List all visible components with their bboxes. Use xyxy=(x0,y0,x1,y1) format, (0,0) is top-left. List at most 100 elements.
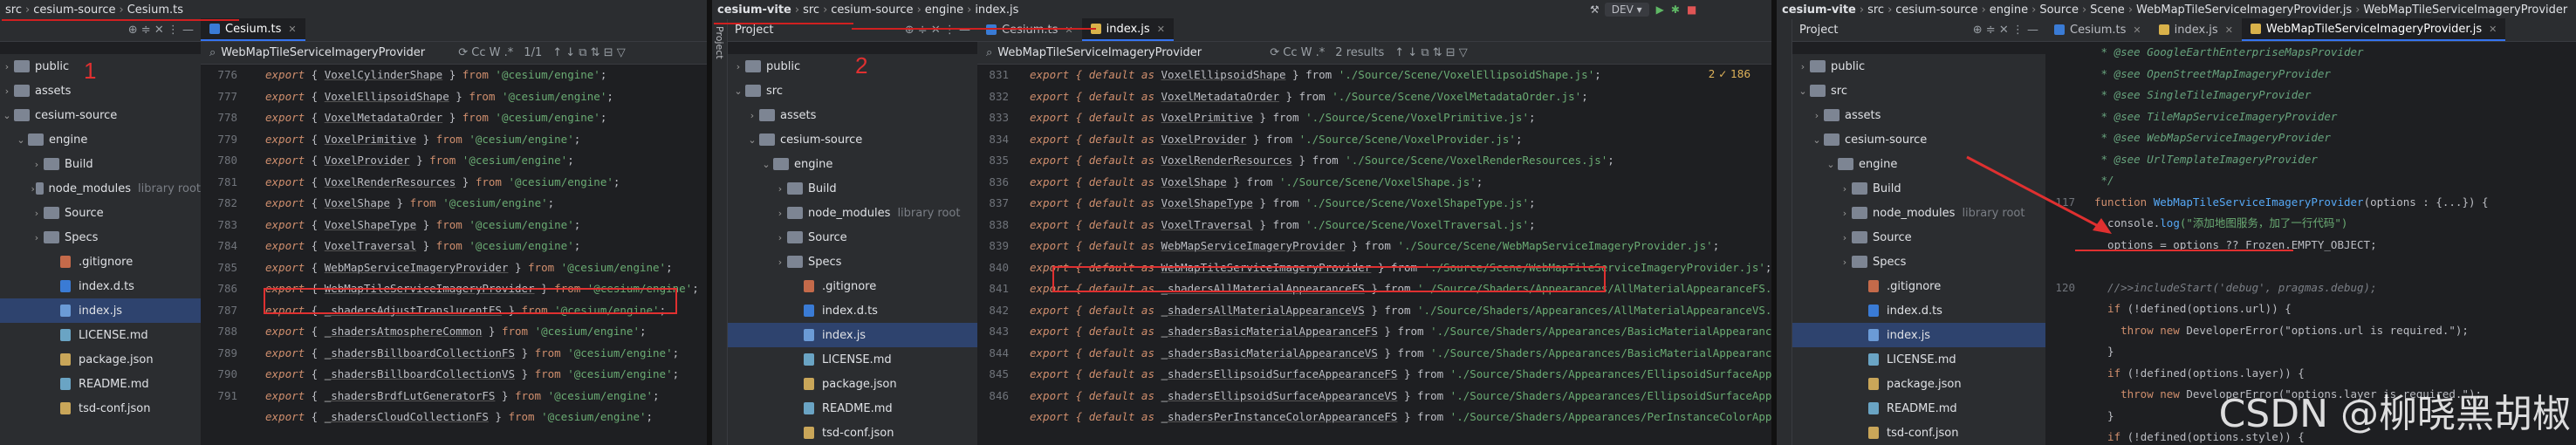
tab-cesium-ts[interactable]: Cesium.ts ✕ xyxy=(201,18,305,41)
tree-item[interactable]: › Specs xyxy=(728,250,977,274)
tree-item[interactable]: ⌄ cesium-source xyxy=(0,103,201,127)
tree-item-extra: library root xyxy=(137,181,201,195)
search-options-icons[interactable]: ⟳ Cc W .* xyxy=(458,46,513,59)
tree-item-label: index.d.ts xyxy=(79,279,134,293)
tree-item[interactable]: LICENSE.md xyxy=(0,323,201,347)
tree-item[interactable]: ⌄ engine xyxy=(0,127,201,152)
run-icon[interactable]: ▶ xyxy=(1656,3,1664,16)
chevron-icon[interactable]: ⌄ xyxy=(745,134,759,146)
chevron-icon[interactable]: › xyxy=(731,61,745,72)
ts-icon xyxy=(60,280,71,292)
code-token: '@cesium/engine' xyxy=(495,68,600,81)
chevron-icon[interactable]: › xyxy=(773,232,787,243)
breadcrumb-item[interactable]: cesium-source xyxy=(33,3,115,17)
code-token: export xyxy=(265,111,305,124)
ts-icon xyxy=(804,305,814,317)
tree-item[interactable]: index.d.ts xyxy=(0,274,201,298)
tree-item[interactable]: › assets xyxy=(728,103,977,127)
tree-item[interactable]: › Source xyxy=(0,201,201,225)
code-token: './Source/Shaders/Appearances/BasicMater… xyxy=(1430,325,1771,338)
tree-item[interactable]: › assets xyxy=(0,79,201,103)
code-editor[interactable]: 776 777 778 779 780 781 782 783 784 785 786 787 788 7… xyxy=(201,65,707,445)
close-icon[interactable]: ✕ xyxy=(288,24,296,35)
editor-tab[interactable]: Cesium.ts ✕ xyxy=(977,18,1082,41)
code-token: } from xyxy=(1252,196,1306,209)
tree-item[interactable]: index.js xyxy=(728,323,977,347)
breadcrumb-item[interactable]: Cesium.ts xyxy=(127,3,183,17)
chevron-icon[interactable]: › xyxy=(773,208,787,219)
breadcrumb-item[interactable]: engine xyxy=(925,3,963,17)
tree-item[interactable]: › Specs xyxy=(0,225,201,250)
code-token: { xyxy=(305,346,325,359)
hammer-icon[interactable]: ⚒ xyxy=(1590,3,1600,16)
tree-item[interactable]: ⌄ src xyxy=(728,79,977,103)
search-options-icons[interactable]: ⟳ Cc W .* xyxy=(1270,46,1325,59)
tree-item[interactable]: › Source xyxy=(728,225,977,250)
code-token: VoxelRenderResources xyxy=(324,175,456,188)
breadcrumb-item[interactable]: index.js xyxy=(975,3,1018,17)
tree-item[interactable]: index.d.ts xyxy=(728,298,977,323)
chevron-icon[interactable]: › xyxy=(30,208,44,219)
chevron-icon[interactable]: › xyxy=(773,183,787,195)
chevron-icon[interactable]: › xyxy=(30,232,44,243)
line-number: 791 xyxy=(217,388,237,402)
tree-item[interactable]: README.md xyxy=(0,372,201,396)
tree-item[interactable]: ⌄ engine xyxy=(728,152,977,176)
tree-item[interactable]: › node_modules library root xyxy=(0,176,201,201)
tree-item[interactable]: › Build xyxy=(728,176,977,201)
tree-item[interactable]: ⌄ cesium-source xyxy=(728,127,977,152)
chevron-icon[interactable]: ⌄ xyxy=(0,110,14,121)
chevron-icon[interactable]: ⌄ xyxy=(731,86,745,97)
tree-item[interactable]: LICENSE.md xyxy=(728,347,977,372)
tree-item[interactable]: tsd-conf.json xyxy=(728,421,977,445)
code-token: './Source/Scene/VoxelShape.js' xyxy=(1279,175,1476,188)
inspection-widget[interactable]: 2 ✓ 186 xyxy=(1709,68,1750,80)
chevron-icon[interactable]: › xyxy=(745,110,759,121)
stop-icon[interactable]: ■ xyxy=(1687,3,1696,16)
breadcrumb-item[interactable]: src xyxy=(803,3,819,17)
search-input[interactable]: WebMapTileServiceImageryProvider xyxy=(221,46,448,59)
search-nav-icons[interactable]: ↑ ↓ ⧉ ⇅ ⊟ ▽ xyxy=(1394,46,1468,59)
tree-item[interactable]: › Build xyxy=(0,152,201,176)
project-toolbar-icons[interactable]: ⊕ ≑ ✕ ⋮ — xyxy=(128,24,194,37)
breadcrumb-item[interactable]: src xyxy=(5,3,22,17)
chevron-icon[interactable]: › xyxy=(30,183,36,195)
close-icon[interactable]: ✕ xyxy=(1065,24,1072,36)
editor-tab[interactable]: index.js ✕ xyxy=(1081,18,1174,41)
code-token: export { default as xyxy=(1030,217,1161,231)
run-config-select[interactable]: DEV ▾ xyxy=(1604,3,1649,17)
code-token: export xyxy=(265,196,305,209)
breadcrumb-item[interactable]: cesium-vite xyxy=(717,3,791,17)
chevron-icon[interactable]: › xyxy=(0,61,14,72)
search-input[interactable]: WebMapTileServiceImageryProvider xyxy=(997,46,1259,59)
tree-item[interactable]: .gitignore xyxy=(728,274,977,298)
project-toolbar-icons[interactable]: ⊕ ≑ ✕ ⋮ — xyxy=(905,24,970,37)
tree-item[interactable]: .gitignore xyxy=(0,250,201,274)
code-editor[interactable]: 831 832 833 834 835 836 837 838 839 840 841 842 843 8… xyxy=(977,65,1771,445)
search-nav-icons[interactable]: ↑ ↓ ⧉ ⇅ ⊟ ▽ xyxy=(552,46,626,59)
tree-item[interactable]: › public xyxy=(728,54,977,79)
side-tool-strip[interactable]: Project xyxy=(712,19,728,445)
tree-item[interactable]: README.md xyxy=(728,396,977,421)
code-token: VoxelEllipsoidShape xyxy=(1161,68,1286,81)
chevron-icon[interactable]: › xyxy=(30,159,44,170)
chevron-icon[interactable]: › xyxy=(773,257,787,268)
tree-item[interactable]: package.json xyxy=(728,372,977,396)
tree-item-label: node_modules xyxy=(48,181,131,195)
code-line: export { VoxelShapeType } from '@cesium/… xyxy=(265,215,707,236)
close-icon[interactable]: ✕ xyxy=(1157,24,1165,35)
tree-item[interactable]: › node_modules library root xyxy=(728,201,977,225)
chevron-icon[interactable]: ⌄ xyxy=(759,159,773,170)
breadcrumb-item[interactable]: cesium-source xyxy=(831,3,913,17)
debug-icon[interactable]: ✱ xyxy=(1671,3,1680,16)
tree-item[interactable]: tsd-conf.json xyxy=(0,396,201,421)
project-label[interactable]: Project xyxy=(735,24,773,37)
tree-item[interactable]: › public xyxy=(0,54,201,79)
code-token: ; xyxy=(1607,154,1614,167)
chevron-icon[interactable]: › xyxy=(0,86,14,97)
tree-item[interactable]: index.js xyxy=(0,298,201,323)
code-token: export xyxy=(265,89,305,103)
chevron-icon[interactable]: ⌄ xyxy=(14,134,28,146)
tree-item[interactable]: package.json xyxy=(0,347,201,372)
